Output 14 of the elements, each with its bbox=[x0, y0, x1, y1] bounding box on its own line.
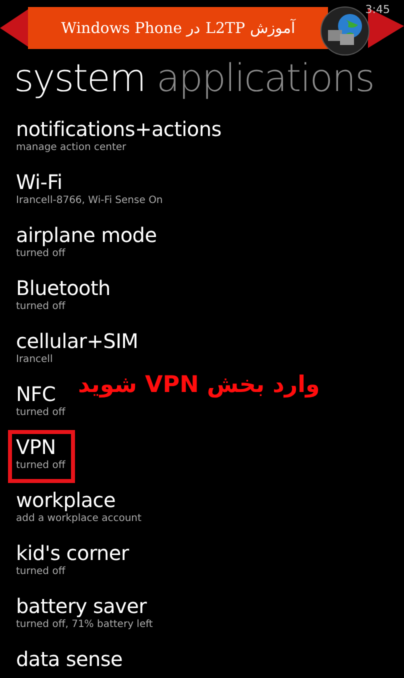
pivot-tab[interactable]: system bbox=[14, 56, 146, 100]
setting-item[interactable]: Bluetooth turned off bbox=[8, 271, 116, 324]
setting-item[interactable]: kid's corner turned off bbox=[8, 536, 135, 589]
setting-item[interactable]: notifications+actions manage action center bbox=[8, 112, 228, 165]
setting-item[interactable]: data sense bbox=[8, 642, 129, 678]
pivot-tab[interactable]: applications bbox=[156, 56, 374, 100]
status-time: 3:45 bbox=[365, 2, 390, 18]
setting-item[interactable]: NFC turned off bbox=[8, 377, 72, 430]
setting-item[interactable]: battery saver turned off, 71% battery left bbox=[8, 589, 159, 642]
banner-title: آموزش L2TP در Windows Phone bbox=[28, 7, 328, 49]
highlighted-setting-item[interactable]: VPN turned off bbox=[8, 430, 76, 483]
setting-item[interactable]: workplace add a workplace account bbox=[8, 483, 148, 536]
setting-item[interactable]: Wi-Fi Irancell-8766, Wi-Fi Sense On bbox=[8, 165, 169, 218]
setting-item[interactable]: airplane mode turned off bbox=[8, 218, 163, 271]
